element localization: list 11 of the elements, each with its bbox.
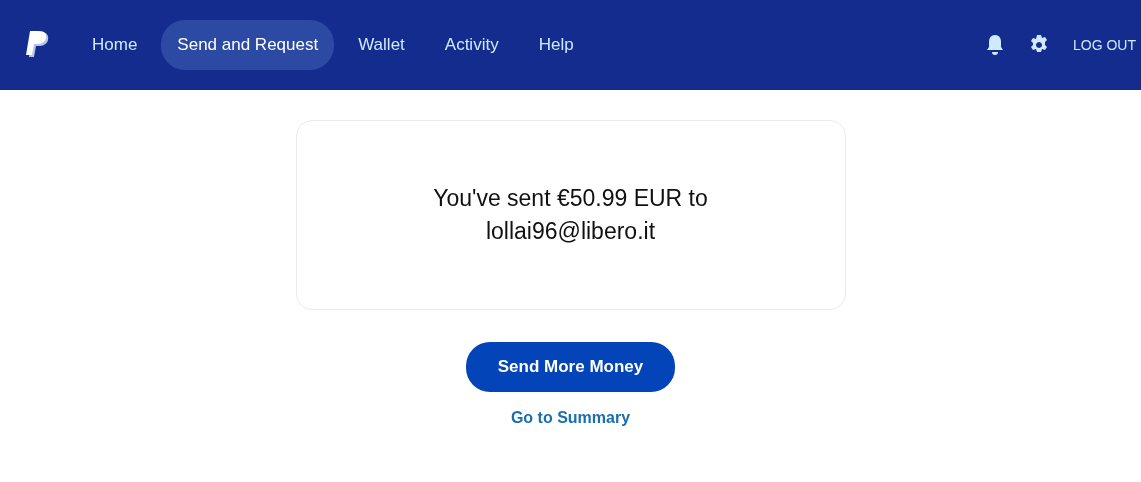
logout-button[interactable]: LOG OUT [1073,30,1136,60]
nav-tab[interactable]: Home [76,20,154,70]
nav-tab[interactable]: Wallet [342,20,421,70]
send-more-money-button[interactable]: Send More Money [465,342,676,392]
nav-tab[interactable]: Help [522,20,590,70]
nav-tab[interactable]: Activity [428,20,515,70]
confirmation-message: You've sent €50.99 EUR to lollai96@libero.it [432,184,709,246]
nav-tab[interactable]: Send and Request [161,20,335,70]
summary-link[interactable]: Go to Summary [510,405,631,430]
settings-icon[interactable] [1029,35,1049,55]
bell-icon[interactable] [985,34,1005,56]
